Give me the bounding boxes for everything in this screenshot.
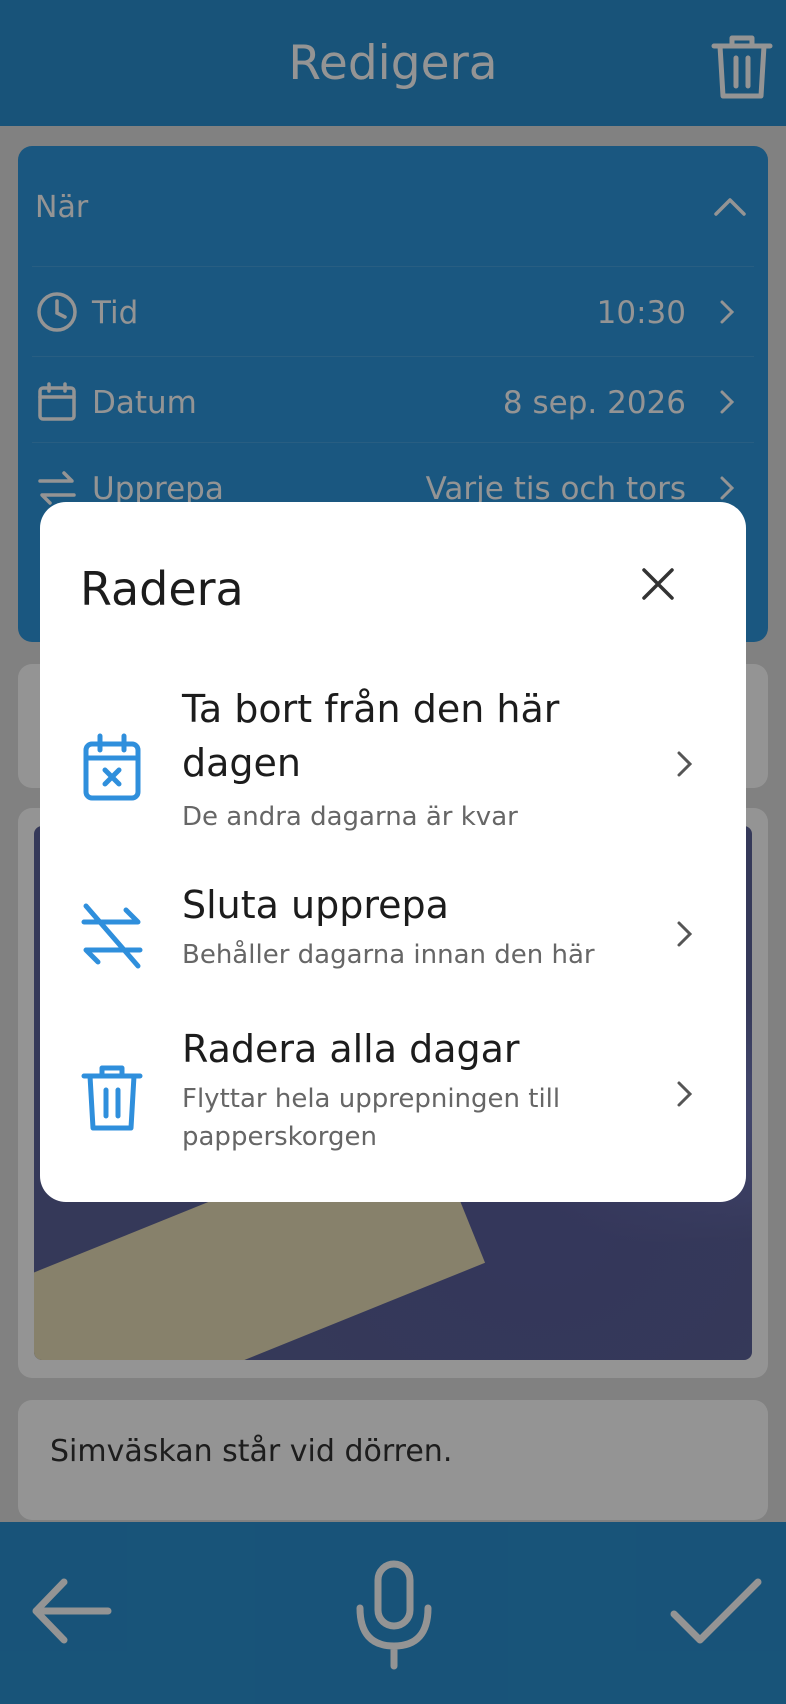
option-subtitle: De andra dagarna är kvar <box>182 802 518 832</box>
option-title: Sluta upprepa <box>182 883 449 927</box>
chevron-right-icon <box>677 751 693 777</box>
delete-all-days-option[interactable]: Radera alla dagar Flyttar hela upprepnin… <box>40 1027 746 1178</box>
close-icon[interactable] <box>636 562 680 606</box>
option-title: Ta bort från den här dagen <box>182 687 560 785</box>
delete-this-day-option[interactable]: Ta bort från den här dagen De andra daga… <box>40 686 746 862</box>
stop-repeat-option[interactable]: Sluta upprepa Behåller dagarna innan den… <box>40 883 746 1004</box>
trash-icon <box>81 1065 143 1131</box>
chevron-right-icon <box>677 1081 693 1107</box>
option-title: Radera alla dagar <box>182 1027 520 1071</box>
repeat-off-icon <box>81 903 143 969</box>
delete-dialog: Radera Ta bort från den här dagen De and… <box>40 502 746 1202</box>
calendar-x-icon <box>83 733 141 801</box>
chevron-right-icon <box>677 921 693 947</box>
option-subtitle: Behåller dagarna innan den här <box>182 940 595 970</box>
option-subtitle: Flyttar hela upprepningen till pappersko… <box>182 1084 561 1152</box>
dialog-title: Radera <box>80 562 244 616</box>
